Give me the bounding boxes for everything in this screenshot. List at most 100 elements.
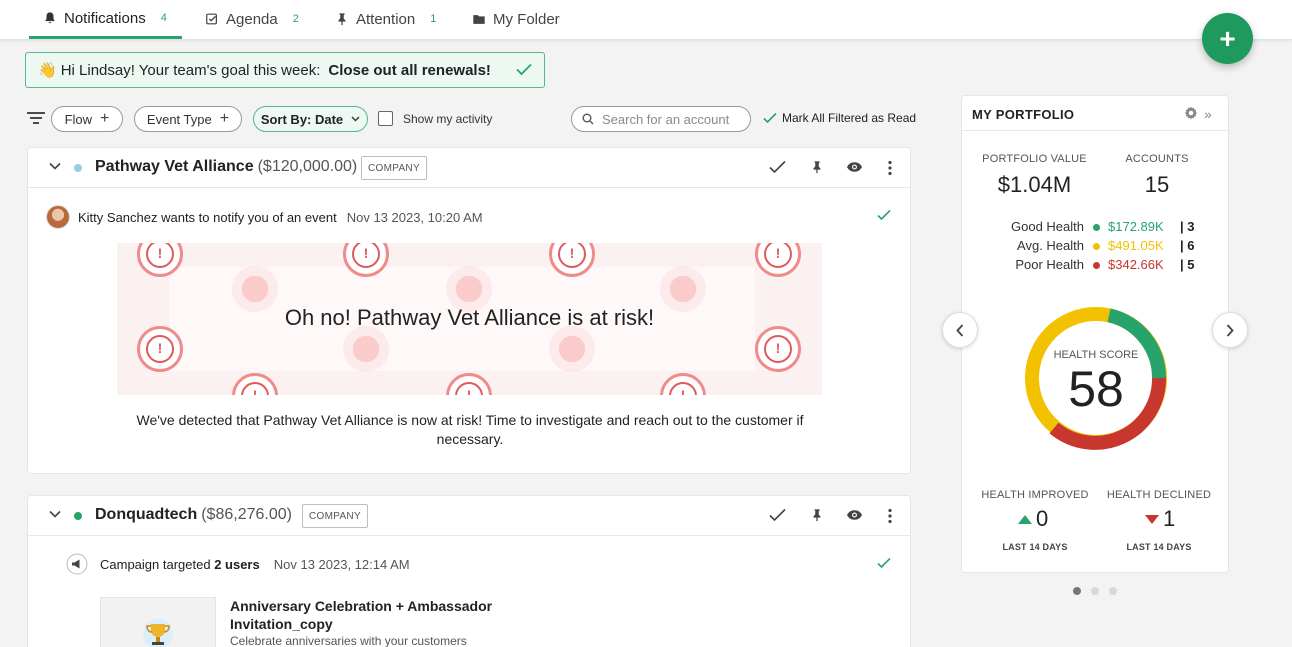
check-icon[interactable] xyxy=(769,160,786,174)
pin-icon[interactable] xyxy=(810,159,824,175)
sort-label: Sort By: Date xyxy=(260,111,344,127)
check-icon[interactable] xyxy=(769,508,786,522)
sort-dropdown[interactable]: Sort By: Date xyxy=(253,106,368,132)
tab-attention[interactable]: Attention 1 xyxy=(335,0,436,38)
health-amount: $491.05K xyxy=(1108,238,1164,253)
show-activity-label: Show my activity xyxy=(403,112,493,126)
check-icon[interactable] xyxy=(877,557,891,569)
tab-count: 4 xyxy=(160,12,167,24)
more-options-icon[interactable] xyxy=(888,508,892,524)
risk-banner: Oh no! Pathway Vet Alliance is at risk! xyxy=(117,243,822,395)
health-count: | 3 xyxy=(1180,219,1195,234)
mark-read-label: Mark All Filtered as Read xyxy=(782,111,917,125)
alert-icon xyxy=(755,243,801,277)
alert-icon xyxy=(232,373,278,395)
improved-label: HEALTH IMPROVED xyxy=(981,489,1089,501)
notification-card: Pathway Vet Alliance ($120,000.00) COMPAN… xyxy=(27,147,911,474)
health-dot xyxy=(1093,243,1100,250)
chevron-down-icon[interactable] xyxy=(49,510,61,518)
portfolio-title: MY PORTFOLIO xyxy=(972,107,1075,122)
health-count: | 5 xyxy=(1180,257,1195,272)
improved-trend: 0 xyxy=(1018,506,1048,532)
accounts-label: ACCOUNTS xyxy=(1125,153,1189,165)
alert-icon xyxy=(660,373,706,395)
health-label: Avg. Health xyxy=(1017,238,1084,253)
chevron-down-icon[interactable] xyxy=(49,162,61,170)
event-line: Kitty Sanchez wants to notify you of an … xyxy=(46,205,483,229)
tab-count: 2 xyxy=(292,13,299,25)
campaign-thumbnail[interactable] xyxy=(100,597,216,647)
previous-arrow-button[interactable] xyxy=(942,312,978,348)
health-row-avg[interactable]: Avg. Health $491.05K | 6 xyxy=(962,238,1230,256)
next-arrow-button[interactable] xyxy=(1212,312,1248,348)
tab-my-folder[interactable]: My Folder xyxy=(472,0,560,38)
pager-dot-1[interactable] xyxy=(1073,587,1081,595)
health-row-poor[interactable]: Poor Health $342.66K | 5 xyxy=(962,257,1230,275)
alert-icon xyxy=(755,326,801,372)
filter-icon[interactable] xyxy=(27,111,45,125)
tab-count: 1 xyxy=(430,13,437,25)
alert-icon xyxy=(137,326,183,372)
account-search[interactable] xyxy=(571,106,751,132)
team-goal-banner: 👋 Hi Lindsay! Your team's goal this week… xyxy=(25,52,545,88)
gear-icon[interactable] xyxy=(1184,106,1198,120)
tab-label: Agenda xyxy=(226,10,278,28)
portfolio-header: MY PORTFOLIO » xyxy=(962,96,1230,131)
more-options-icon[interactable] xyxy=(888,160,892,176)
company-badge: COMPANY xyxy=(302,504,368,528)
event-text: Campaign targeted 2 users xyxy=(100,556,260,572)
flow-filter-button[interactable]: Flow + xyxy=(51,106,123,132)
check-icon[interactable] xyxy=(877,209,891,221)
expand-icon[interactable]: » xyxy=(1204,106,1212,122)
plus-icon: + xyxy=(1219,22,1236,54)
health-amount: $172.89K xyxy=(1108,219,1164,234)
health-score-value: 58 xyxy=(1068,361,1124,417)
pager-dot-3[interactable] xyxy=(1109,587,1117,595)
account-value: ($86,276.00) xyxy=(201,506,292,523)
alert-icon xyxy=(343,326,389,372)
event-text: Kitty Sanchez wants to notify you of an … xyxy=(78,209,337,225)
improved-count: 0 xyxy=(1036,506,1049,531)
account-name[interactable]: Donquadtech ($86,276.00) xyxy=(95,506,292,524)
health-amount: $342.66K xyxy=(1108,257,1164,272)
risk-description: We've detected that Pathway Vet Alliance… xyxy=(136,412,804,447)
eye-icon[interactable] xyxy=(846,509,863,521)
accounts-count: 15 xyxy=(1144,172,1170,197)
chevron-left-icon xyxy=(956,323,964,337)
alert-icon xyxy=(549,326,595,372)
show-activity-checkbox[interactable] xyxy=(378,111,393,126)
event-type-label: Event Type xyxy=(146,111,212,127)
search-input[interactable] xyxy=(602,111,742,127)
campaign-title[interactable]: Anniversary Celebration + Ambassador Inv… xyxy=(230,597,510,633)
triangle-down-icon xyxy=(1145,514,1159,524)
company-badge: COMPANY xyxy=(361,156,427,180)
card-header: Pathway Vet Alliance ($120,000.00) COMPAN… xyxy=(28,148,910,188)
tab-notifications[interactable]: Notifications 4 xyxy=(29,0,182,39)
search-icon xyxy=(582,113,594,125)
goal-highlight: Close out all renewals! xyxy=(328,61,491,79)
tab-label: Notifications xyxy=(64,9,146,27)
health-dot xyxy=(74,164,82,172)
account-value: ($120,000.00) xyxy=(257,158,358,175)
megaphone-icon xyxy=(66,553,88,575)
mark-all-read-button[interactable]: Mark All Filtered as Read xyxy=(763,111,916,125)
portfolio-value-label: PORTFOLIO VALUE xyxy=(982,153,1087,165)
improved-period: LAST 14 DAYS xyxy=(1002,542,1068,552)
health-dot xyxy=(1093,262,1100,269)
portfolio-value: $1.04M xyxy=(997,172,1072,197)
account-name[interactable]: Pathway Vet Alliance ($120,000.00) xyxy=(95,158,357,176)
declined-period: LAST 14 DAYS xyxy=(1126,542,1192,552)
check-icon[interactable] xyxy=(514,59,534,79)
health-dot xyxy=(74,512,82,520)
event-type-filter-button[interactable]: Event Type + xyxy=(134,106,242,132)
alert-icon xyxy=(446,373,492,395)
add-button[interactable]: + xyxy=(1202,13,1253,64)
tab-agenda[interactable]: Agenda 2 xyxy=(205,0,299,38)
flow-filter-label: Flow xyxy=(64,111,93,127)
folder-icon xyxy=(473,15,485,24)
eye-icon[interactable] xyxy=(846,161,863,173)
chevron-right-icon xyxy=(1226,323,1234,337)
health-row-good[interactable]: Good Health $172.89K | 3 xyxy=(962,219,1230,237)
pager-dot-2[interactable] xyxy=(1091,587,1099,595)
pin-icon[interactable] xyxy=(810,507,824,523)
